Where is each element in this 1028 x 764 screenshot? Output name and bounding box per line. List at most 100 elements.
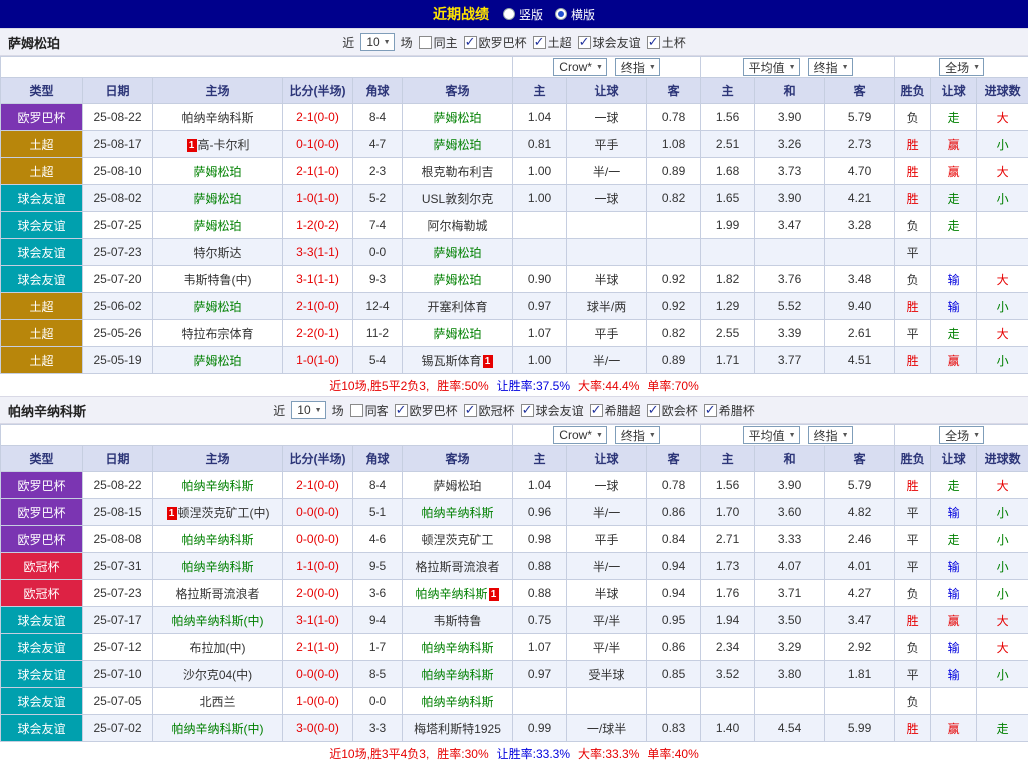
red-card-badge: 1 [187, 139, 197, 152]
league-checkbox[interactable]: 希腊杯 [704, 402, 755, 419]
league-checkbox[interactable]: 欧罗巴杯 [395, 402, 458, 419]
avg-away-odds: 4.82 [825, 499, 895, 526]
avg-draw-odds: 3.80 [755, 661, 825, 688]
avg-home-odds [701, 239, 755, 266]
league-checkbox[interactable]: 土杯 [647, 34, 686, 51]
checkbox-icon[interactable] [464, 36, 477, 49]
result-goals: 小 [977, 499, 1028, 526]
home-team-name: 帕纳辛纳科斯 [181, 560, 253, 574]
odds-source-select[interactable]: Crow*▼ [553, 426, 607, 444]
checkbox-icon[interactable] [704, 404, 717, 417]
column-header: 角球 [353, 78, 403, 104]
handicap-away-odds: 0.94 [647, 553, 701, 580]
odds-final-select[interactable]: 终指▼ [615, 58, 660, 76]
away-team: USL敦刻尔克 [403, 185, 513, 212]
home-team: 特尔斯达 [153, 239, 283, 266]
handicap-home-odds: 0.96 [513, 499, 567, 526]
handicap-away-odds [647, 688, 701, 715]
league-checkbox[interactable]: 希腊超 [590, 402, 641, 419]
league-checkbox[interactable]: 欧会杯 [647, 402, 698, 419]
avg-draw-odds: 3.90 [755, 104, 825, 131]
select-value: 10 [366, 35, 379, 49]
result-outcome: 胜 [895, 607, 931, 634]
match-score: 0-0(0-0) [283, 499, 353, 526]
match-score: 1-0(1-0) [283, 185, 353, 212]
avg-away-odds: 2.73 [825, 131, 895, 158]
scope-cell: 全场▼ [895, 425, 1028, 446]
home-team: 帕纳辛纳科斯 [153, 472, 283, 499]
match-date: 25-07-10 [83, 661, 153, 688]
average-final-select[interactable]: 终指▼ [808, 58, 853, 76]
corner-count: 8-5 [353, 661, 403, 688]
result-outcome: 胜 [895, 185, 931, 212]
result-goals: 小 [977, 526, 1028, 553]
avg-draw-odds: 4.54 [755, 715, 825, 742]
filter-controls: 近10▼场同客欧罗巴杯欧冠杯球会友谊希腊超欧会杯希腊杯 [273, 401, 754, 419]
checkbox-icon[interactable] [395, 404, 408, 417]
checkbox-icon[interactable] [590, 404, 603, 417]
handicap-home-odds [513, 688, 567, 715]
match-type-cell: 球会友谊 [1, 715, 83, 742]
average-final-select[interactable]: 终指▼ [808, 426, 853, 444]
layout-radio-vertical[interactable]: 竖版 [503, 6, 543, 23]
handicap-home-odds: 0.90 [513, 266, 567, 293]
checkbox-icon[interactable] [647, 36, 660, 49]
league-checkbox[interactable]: 球会友谊 [578, 34, 641, 51]
league-checkbox[interactable]: 欧罗巴杯 [464, 34, 527, 51]
avg-draw-odds: 3.29 [755, 634, 825, 661]
odds-source-select[interactable]: Crow*▼ [553, 58, 607, 76]
layout-radio-horizontal[interactable]: 横版 [555, 6, 595, 23]
match-type-cell: 球会友谊 [1, 185, 83, 212]
handicap-home-odds: 1.00 [513, 347, 567, 374]
match-count-select[interactable]: 10▼ [360, 33, 394, 51]
league-checkbox[interactable]: 欧冠杯 [464, 402, 515, 419]
match-date: 25-08-08 [83, 526, 153, 553]
same-venue-checkbox[interactable]: 同主 [419, 34, 458, 51]
odds-source-cell: Crow*▼ 终指▼ [513, 425, 701, 446]
checkbox-icon[interactable] [533, 36, 546, 49]
match-date: 25-07-02 [83, 715, 153, 742]
handicap-line: 平手 [567, 526, 647, 553]
match-date: 25-08-22 [83, 104, 153, 131]
avg-draw-odds: 3.60 [755, 499, 825, 526]
match-count-select[interactable]: 10▼ [291, 401, 325, 419]
average-select[interactable]: 平均值▼ [743, 58, 800, 76]
column-header: 进球数 [977, 446, 1028, 472]
checkbox-icon[interactable] [521, 404, 534, 417]
checkbox-icon[interactable] [578, 36, 591, 49]
checkbox-icon[interactable] [350, 404, 363, 417]
avg-home-odds: 1.29 [701, 293, 755, 320]
handicap-away-odds: 0.85 [647, 661, 701, 688]
page-title: 近期战绩 [433, 4, 489, 24]
avg-away-odds: 2.61 [825, 320, 895, 347]
league-checkbox[interactable]: 土超 [533, 34, 572, 51]
result-goals: 小 [977, 661, 1028, 688]
scope-select[interactable]: 全场▼ [939, 426, 984, 444]
corner-count: 7-4 [353, 212, 403, 239]
league-checkbox[interactable]: 球会友谊 [521, 402, 584, 419]
team-filter-band: 萨姆松珀近10▼场同主欧罗巴杯土超球会友谊土杯 [0, 28, 1028, 56]
handicap-home-odds: 1.07 [513, 320, 567, 347]
radio-icon[interactable] [555, 8, 567, 20]
average-select[interactable]: 平均值▼ [743, 426, 800, 444]
match-type-cell: 欧冠杯 [1, 553, 83, 580]
column-header: 和 [755, 446, 825, 472]
avg-draw-odds: 3.77 [755, 347, 825, 374]
scope-select[interactable]: 全场▼ [939, 58, 984, 76]
away-team: 锡瓦斯体育1 [403, 347, 513, 374]
match-row: 球会友谊25-07-23特尔斯达3-3(1-1)0-0萨姆松珀平 [1, 239, 1028, 266]
checkbox-icon[interactable] [647, 404, 660, 417]
red-card-badge: 1 [483, 355, 493, 368]
match-score: 3-3(1-1) [283, 239, 353, 266]
away-team-name: 根克勒布利吉 [422, 165, 494, 179]
checkbox-icon[interactable] [419, 36, 432, 49]
radio-icon[interactable] [503, 8, 515, 20]
handicap-home-odds: 1.00 [513, 158, 567, 185]
checkbox-icon[interactable] [464, 404, 477, 417]
match-row: 欧罗巴杯25-08-151顿涅茨克矿工(中)0-0(0-0)5-1帕纳辛纳科斯0… [1, 499, 1028, 526]
match-score: 2-1(0-0) [283, 293, 353, 320]
same-venue-checkbox[interactable]: 同客 [350, 402, 389, 419]
odds-final-select[interactable]: 终指▼ [615, 426, 660, 444]
avg-draw-odds: 3.39 [755, 320, 825, 347]
match-date: 25-07-05 [83, 688, 153, 715]
